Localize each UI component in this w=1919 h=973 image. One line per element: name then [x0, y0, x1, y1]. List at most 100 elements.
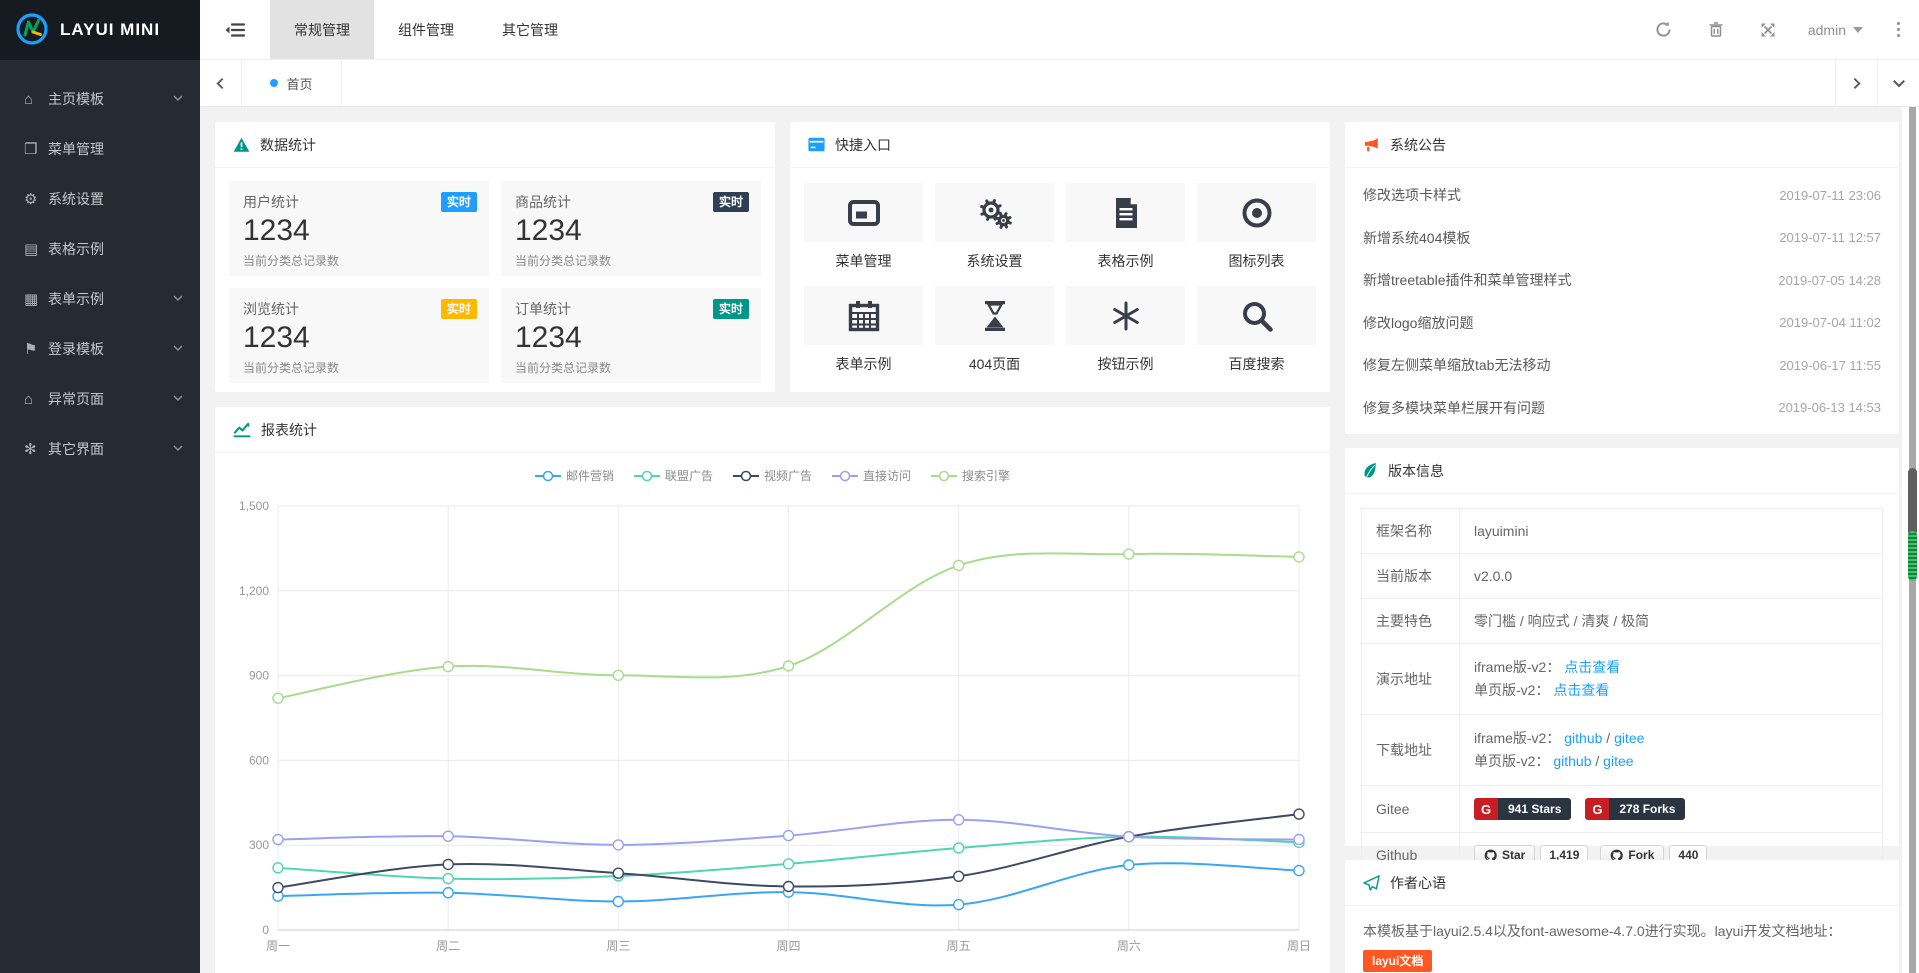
chevron-down-icon — [172, 91, 184, 107]
tab-home[interactable]: 首页 — [242, 60, 342, 106]
gitee-badge-2[interactable]: G278 Forks — [1585, 798, 1685, 820]
file-icon: ▤ — [24, 240, 48, 258]
refresh-icon[interactable] — [1638, 0, 1690, 59]
sidebar-item-8[interactable]: ✻其它界面 — [0, 424, 200, 474]
legend-item-4[interactable]: 直接访问 — [832, 467, 911, 484]
top-bar: 常规管理组件管理其它管理 — [200, 0, 1919, 60]
card-title: 报表统计 — [261, 420, 317, 440]
stat-box-4: 订单统计1234当前分类总记录数实时 — [501, 288, 761, 383]
user-menu[interactable]: admin — [1794, 0, 1877, 59]
card-title: 系统公告 — [1390, 135, 1446, 155]
version-row-1: 框架名称layuimini — [1362, 509, 1883, 554]
version-row-3: 主要特色零门槛 / 响应式 / 清爽 / 极简 — [1362, 599, 1883, 644]
sidebar-item-7[interactable]: ⌂异常页面 — [0, 374, 200, 424]
stat-value: 1234 — [515, 213, 747, 249]
window-card-icon — [808, 137, 825, 152]
quick-entry-3[interactable]: 表格示例 — [1066, 183, 1185, 278]
sidebar-item-3[interactable]: ⚙系统设置 — [0, 174, 200, 224]
version-link[interactable]: gitee — [1603, 753, 1633, 769]
version-row-4: 演示地址iframe版-v2： 点击查看单页版-v2： 点击查看 — [1362, 644, 1883, 715]
sidebar-item-4[interactable]: ▤表格示例 — [0, 224, 200, 274]
version-row-2: 当前版本v2.0.0 — [1362, 554, 1883, 599]
stat-badge: 实时 — [713, 192, 749, 212]
version-row-6: GiteeG941 StarsG278 Forks — [1362, 786, 1883, 833]
card-data-stats: 数据统计 用户统计1234当前分类总记录数实时商品统计1234当前分类总记录数实… — [215, 122, 775, 392]
gitee-logo-icon: G — [1474, 798, 1498, 820]
stat-badge: 实时 — [441, 299, 477, 319]
sidebar-item-label: 菜单管理 — [48, 139, 184, 159]
legend-marker-icon — [832, 470, 858, 482]
dot-circle-icon — [1239, 195, 1275, 231]
line-chart[interactable]: 03006009001,2001,500周一周二周三周四周五周六周日 — [215, 484, 1330, 973]
svg-text:900: 900 — [249, 669, 269, 683]
gears-icon — [977, 195, 1013, 231]
tabs-dropdown-icon[interactable] — [1877, 60, 1919, 106]
notice-date: 2019-07-11 12:57 — [1779, 230, 1881, 245]
notice-item-2[interactable]: 新增系统404模板2019-07-11 12:57 — [1363, 217, 1881, 260]
sidebar-item-6[interactable]: ⚑登录模板 — [0, 324, 200, 374]
quick-entry-7[interactable]: 按钮示例 — [1066, 286, 1185, 381]
legend-item-5[interactable]: 搜索引擎 — [931, 467, 1010, 484]
notice-text: 修改选项卡样式 — [1363, 185, 1461, 205]
quick-entry-8[interactable]: 百度搜索 — [1197, 286, 1316, 381]
version-link[interactable]: 点击查看 — [1553, 682, 1609, 698]
stat-desc: 当前分类总记录数 — [515, 252, 747, 269]
top-nav-tab-3[interactable]: 其它管理 — [478, 0, 582, 59]
card-author-note: 作者心语 本模板基于layui2.5.4以及font-awesome-4.7.0… — [1345, 860, 1899, 973]
main-area: 常规管理组件管理其它管理 — [200, 0, 1919, 973]
notice-date: 2019-06-17 11:55 — [1779, 358, 1881, 373]
stat-value: 1234 — [515, 320, 747, 356]
notice-date: 2019-07-11 23:06 — [1779, 188, 1881, 203]
sidebar-item-5[interactable]: ▦表单示例 — [0, 274, 200, 324]
sidebar: LAYUI MINI ⌂主页模板❐菜单管理⚙系统设置▤表格示例▦表单示例⚑登录模… — [0, 0, 200, 973]
top-nav-tab-2[interactable]: 组件管理 — [374, 0, 478, 59]
stat-desc: 当前分类总记录数 — [243, 359, 475, 376]
notice-item-5[interactable]: 修复左侧菜单缩放tab无法移动2019-06-17 11:55 — [1363, 344, 1881, 387]
notice-item-3[interactable]: 新增treetable插件和菜单管理样式2019-07-05 14:28 — [1363, 259, 1881, 302]
warning-triangle-icon — [233, 137, 250, 153]
svg-text:周六: 周六 — [1117, 939, 1141, 953]
version-value: v2.0.0 — [1474, 568, 1512, 584]
sidebar-item-1[interactable]: ⌂主页模板 — [0, 74, 200, 124]
file-text-icon — [1108, 195, 1144, 231]
window-icon — [846, 195, 882, 231]
search-icon — [1239, 298, 1275, 334]
scrollbar-indicator[interactable] — [1908, 531, 1917, 581]
sidebar-item-2[interactable]: ❐菜单管理 — [0, 124, 200, 174]
svg-text:周二: 周二 — [436, 939, 460, 953]
collapse-sidebar-icon[interactable] — [200, 0, 270, 59]
notice-item-1[interactable]: 修改选项卡样式 2019-07-11 23:06 — [1363, 174, 1881, 217]
quick-entry-6[interactable]: 404页面 — [935, 286, 1054, 381]
stat-value: 1234 — [243, 213, 475, 249]
quick-entry-5[interactable]: 表单示例 — [804, 286, 923, 381]
top-nav-tab-1[interactable]: 常规管理 — [270, 0, 374, 59]
layui-doc-badge[interactable]: layui文档 — [1363, 950, 1432, 972]
notice-item-6[interactable]: 修复多模块菜单栏展开有问题2019-06-13 14:53 — [1363, 387, 1881, 430]
tabs-scroll-right-icon[interactable] — [1835, 60, 1877, 106]
leaf-icon — [1363, 462, 1378, 479]
logo[interactable]: LAYUI MINI — [0, 0, 200, 60]
quick-entry-2[interactable]: 系统设置 — [935, 183, 1054, 278]
notice-text: 新增treetable插件和菜单管理样式 — [1363, 270, 1571, 290]
legend-item-1[interactable]: 邮件营销 — [535, 467, 614, 484]
version-link[interactable]: github — [1564, 730, 1602, 746]
quick-entry-4[interactable]: 图标列表 — [1197, 183, 1316, 278]
tabs-scroll-left-icon[interactable] — [200, 60, 242, 106]
fullscreen-icon[interactable] — [1742, 0, 1794, 59]
version-link[interactable]: 点击查看 — [1564, 659, 1620, 675]
notice-item-4[interactable]: 修改logo缩放问题2019-07-04 11:02 — [1363, 302, 1881, 345]
version-link[interactable]: github — [1553, 753, 1591, 769]
clear-cache-trash-icon[interactable] — [1690, 0, 1742, 59]
legend-item-2[interactable]: 联盟广告 — [634, 467, 713, 484]
version-link[interactable]: gitee — [1614, 730, 1644, 746]
more-menu-icon[interactable] — [1877, 0, 1919, 59]
quick-entry-1[interactable]: 菜单管理 — [804, 183, 923, 278]
stat-badge: 实时 — [441, 192, 477, 212]
snowflake-icon — [1108, 298, 1144, 334]
gitee-badge-1[interactable]: G941 Stars — [1474, 798, 1571, 820]
card-title: 快捷入口 — [835, 135, 891, 155]
scrollbar-thumb[interactable] — [1908, 468, 1917, 536]
legend-item-3[interactable]: 视频广告 — [733, 467, 812, 484]
version-row-label: 下载地址 — [1362, 715, 1460, 786]
bullhorn-icon — [1363, 137, 1380, 153]
